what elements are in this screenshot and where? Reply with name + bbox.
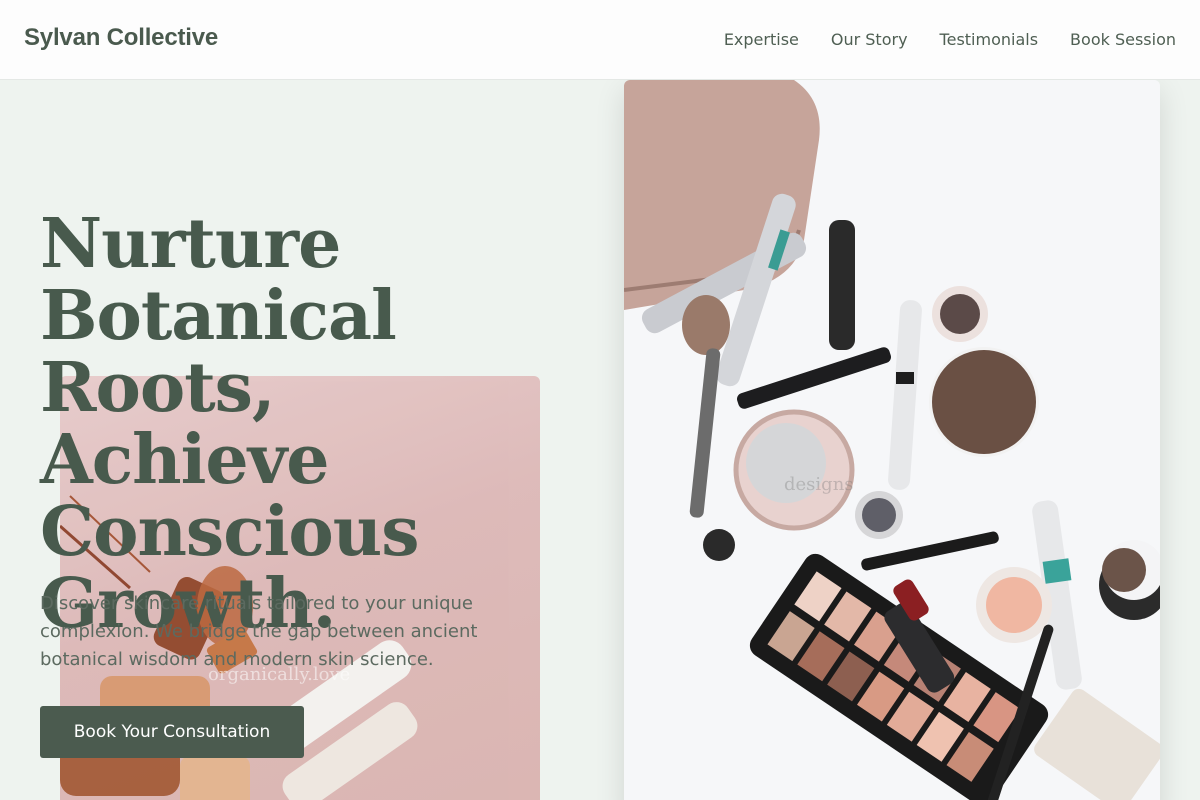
makeup-flatlay-image: designs (624, 80, 1160, 800)
main-nav: Expertise Our Story Testimonials Book Se… (724, 30, 1176, 49)
site-header: Sylvan Collective Expertise Our Story Te… (0, 0, 1200, 80)
book-consultation-button[interactable]: Book Your Consultation (40, 706, 304, 758)
makeup-flatlay-illustration: designs (624, 80, 1160, 800)
headline-line: Botanical (40, 276, 397, 356)
nav-link-book-session[interactable]: Book Session (1070, 30, 1176, 49)
headline-line: Conscious (40, 492, 420, 572)
headline-line: Nurture (40, 204, 341, 284)
hero-subtitle: Discover skincare rituals tailored to yo… (40, 593, 478, 670)
hero-headline: Nurture Botanical Roots, Achieve Conscio… (40, 208, 560, 640)
photo-watermark: designs (784, 474, 854, 495)
headline-line: Roots, Achieve (40, 348, 329, 500)
nav-link-expertise[interactable]: Expertise (724, 30, 799, 49)
brand-logo[interactable]: Sylvan Collective (24, 24, 218, 52)
nav-link-testimonials[interactable]: Testimonials (940, 30, 1039, 49)
nav-link-our-story[interactable]: Our Story (831, 30, 908, 49)
